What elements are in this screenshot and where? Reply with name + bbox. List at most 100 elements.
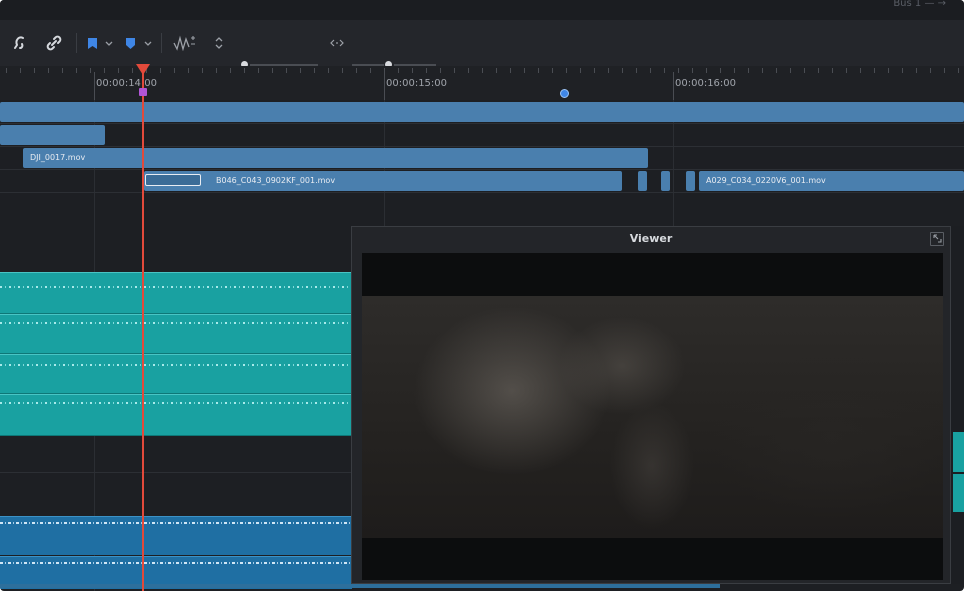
ruler-minor-tick: [160, 68, 161, 73]
ruler-minor-tick: [860, 68, 861, 73]
ruler-minor-tick: [244, 68, 245, 73]
ruler-minor-tick: [552, 68, 553, 73]
ruler-minor-tick: [48, 68, 49, 73]
audio-clip-edge[interactable]: [953, 432, 964, 472]
marker-dropdown-icon[interactable]: [142, 34, 154, 52]
video-clip-v3a[interactable]: [0, 125, 105, 145]
ruler-minor-tick: [356, 68, 357, 73]
ruler-minor-tick: [734, 68, 735, 73]
snapping-icon[interactable]: [10, 32, 30, 54]
audio-clip-a2[interactable]: [0, 314, 352, 354]
audio-clip-a1[interactable]: [0, 272, 352, 314]
timecode-label: 00:00:14:00: [96, 78, 158, 89]
ruler-minor-tick: [384, 68, 385, 73]
clip-name: A029_C034_0220V6_001.mov: [706, 176, 826, 185]
flag-dropdown-icon[interactable]: [103, 34, 115, 52]
ruler-minor-tick: [482, 68, 483, 73]
lane-divider: [0, 192, 964, 193]
horizontal-scrollbar[interactable]: [0, 584, 720, 588]
ruler-minor-tick: [272, 68, 273, 73]
playhead-line[interactable]: [142, 66, 144, 591]
video-clip-dji[interactable]: DJI_0017.mov: [23, 148, 648, 168]
toolbar-separator: [161, 33, 162, 53]
ruler-minor-tick: [370, 68, 371, 73]
video-clip-short[interactable]: [661, 171, 670, 191]
ruler-minor-tick: [706, 68, 707, 73]
timeline-marker-icon[interactable]: [560, 89, 569, 98]
audio-waveform: [0, 562, 352, 564]
video-frame: [362, 296, 943, 538]
ruler-minor-tick: [664, 68, 665, 73]
video-clip-b046[interactable]: B046_C043_0902KF_001.mov: [144, 171, 622, 191]
audio-clip-a3[interactable]: [0, 354, 352, 394]
zoom-width-icon[interactable]: [328, 32, 346, 54]
ruler-minor-tick: [202, 68, 203, 73]
ruler-minor-tick: [916, 68, 917, 73]
ruler-minor-tick: [412, 68, 413, 73]
timecode-label: 00:00:15:00: [386, 78, 448, 89]
ruler-minor-tick: [748, 68, 749, 73]
ruler-major-tick: [673, 72, 674, 100]
playhead-flag-icon: [139, 88, 147, 96]
ruler-minor-tick: [510, 68, 511, 73]
ruler-minor-tick: [454, 68, 455, 73]
top-strip: Bus 1 — →: [0, 0, 964, 20]
ruler-minor-tick: [846, 68, 847, 73]
video-clip-short[interactable]: [686, 171, 695, 191]
clip-thumbnail: [145, 174, 201, 186]
ruler-minor-tick: [888, 68, 889, 73]
ruler-minor-tick: [538, 68, 539, 73]
ruler-minor-tick: [930, 68, 931, 73]
ruler-minor-tick: [216, 68, 217, 73]
marker-icon[interactable]: [124, 34, 136, 52]
ruler-minor-tick: [790, 68, 791, 73]
clip-name: B046_C043_0902KF_001.mov: [216, 176, 336, 185]
right-edge-tracks: [951, 226, 964, 584]
playhead-handle[interactable]: [136, 64, 150, 75]
ruler-minor-tick: [62, 68, 63, 73]
ruler-minor-tick: [720, 68, 721, 73]
ruler-major-tick: [384, 72, 385, 100]
track-height-icon[interactable]: [212, 32, 226, 54]
audio-waveform: [0, 286, 352, 288]
viewer-panel[interactable]: Viewer: [351, 226, 951, 584]
ruler-minor-tick: [776, 68, 777, 73]
ruler-minor-tick: [650, 68, 651, 73]
audio-clip-edge[interactable]: [953, 474, 964, 512]
audio-waveform-icon[interactable]: [171, 32, 199, 54]
ruler-minor-tick: [342, 68, 343, 73]
ruler-minor-tick: [286, 68, 287, 73]
expand-icon[interactable]: [930, 232, 944, 246]
viewer-screen[interactable]: [362, 253, 943, 580]
ruler-minor-tick: [314, 68, 315, 73]
ruler-minor-tick: [398, 68, 399, 73]
audio-waveform: [0, 364, 352, 366]
ruler-minor-tick: [300, 68, 301, 73]
ruler-minor-tick: [678, 68, 679, 73]
flag-icon[interactable]: [86, 34, 98, 52]
ruler-minor-tick: [76, 68, 77, 73]
ruler-minor-tick: [34, 68, 35, 73]
ruler-minor-tick: [832, 68, 833, 73]
audio-clip-a4[interactable]: [0, 394, 352, 436]
ruler-minor-tick: [762, 68, 763, 73]
ruler-minor-tick: [594, 68, 595, 73]
video-clip-short[interactable]: [638, 171, 647, 191]
ruler-minor-tick: [804, 68, 805, 73]
ruler-minor-tick: [258, 68, 259, 73]
ruler-minor-tick: [636, 68, 637, 73]
video-clip-v4[interactable]: [0, 102, 964, 122]
video-clip-a029[interactable]: A029_C034_0220V6_001.mov: [699, 171, 964, 191]
linked-selection-icon[interactable]: [44, 32, 64, 54]
clip-name: DJI_0017.mov: [30, 153, 86, 162]
ruler-minor-tick: [468, 68, 469, 73]
ruler-minor-tick: [818, 68, 819, 73]
ruler-minor-tick: [328, 68, 329, 73]
ruler-minor-tick: [174, 68, 175, 73]
top-right-label: Bus 1 — →: [893, 0, 946, 9]
timeline-app: Bus 1 — → 00:00:14:00 00:00:15:00 00:00:…: [0, 0, 964, 591]
audio-waveform: [0, 522, 352, 524]
ruler-minor-tick: [692, 68, 693, 73]
ruler-minor-tick: [20, 68, 21, 73]
ruler-minor-tick: [104, 68, 105, 73]
